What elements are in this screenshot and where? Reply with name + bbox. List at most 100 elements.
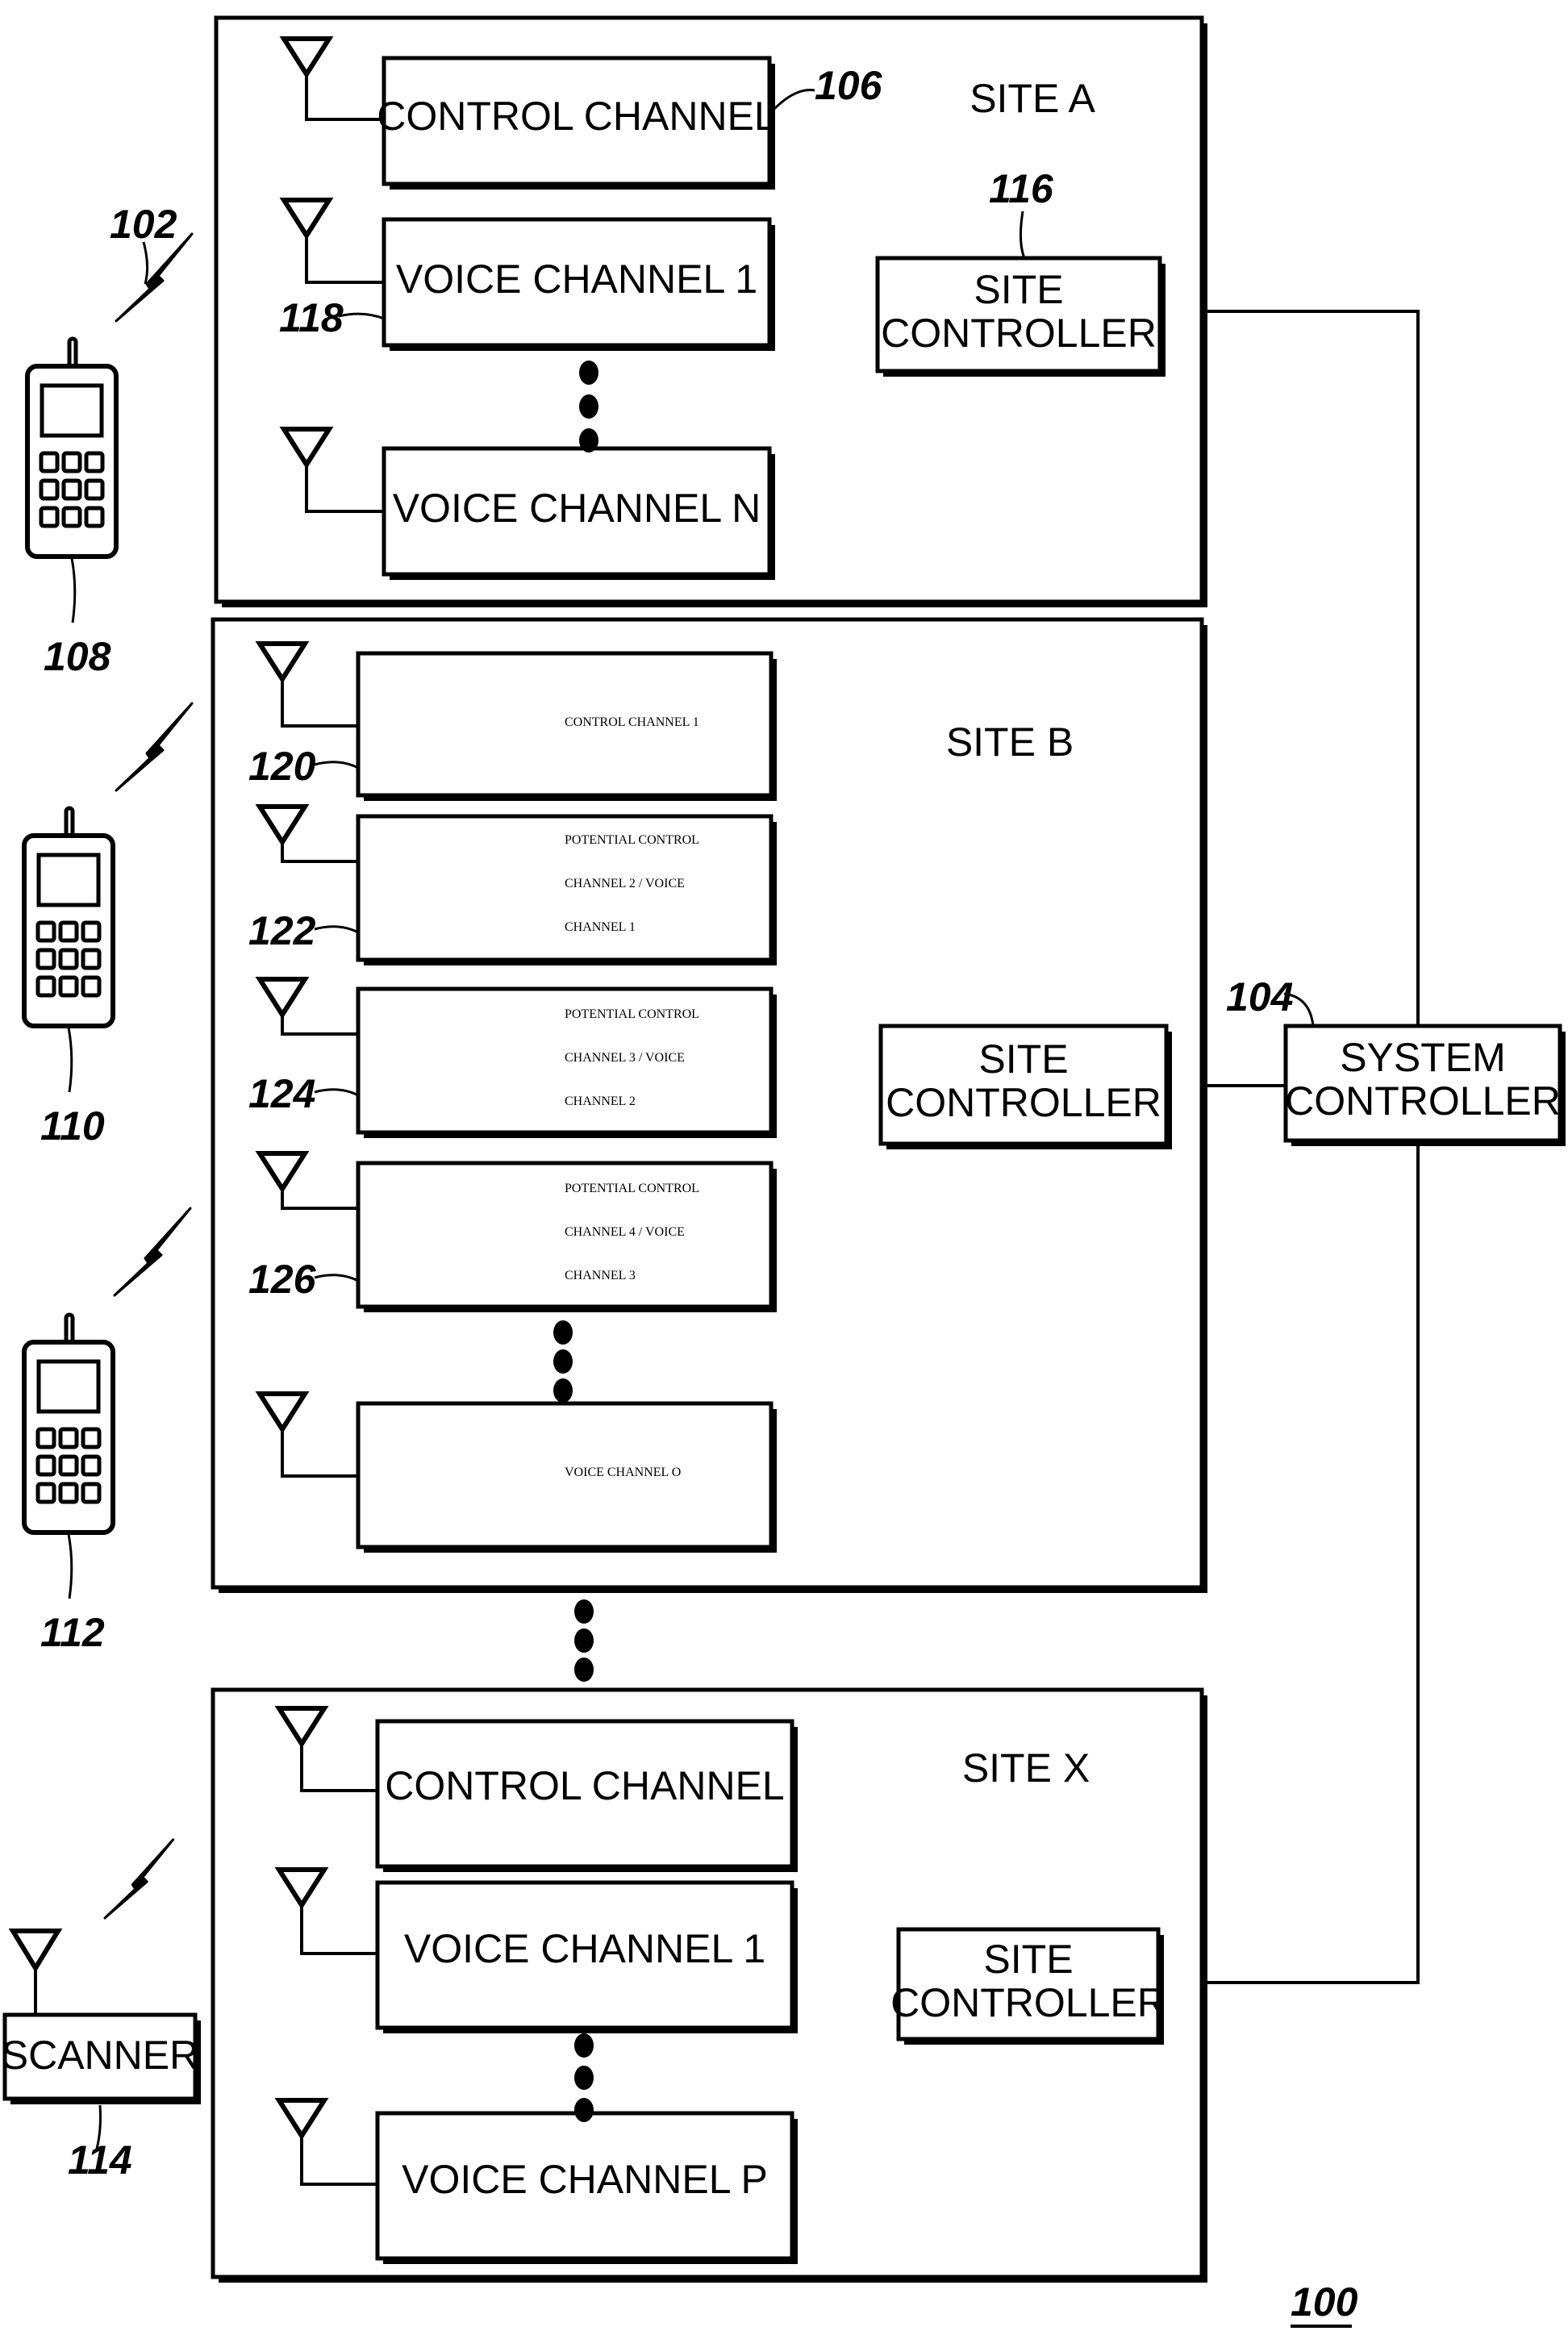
channel-label-line: POTENTIAL CONTROL bbox=[565, 1007, 699, 1021]
ref-126: 126 bbox=[248, 1257, 317, 1302]
dot bbox=[574, 2033, 594, 2058]
channel-label-line: CONTROL CHANNEL bbox=[377, 94, 776, 139]
subscriber-phone-112 bbox=[22, 1312, 115, 1535]
ref-104: 104 bbox=[1226, 974, 1293, 1020]
phone-key bbox=[81, 975, 102, 998]
controller-label-line: CONTROLLER bbox=[890, 1980, 1166, 2025]
phone-antenna bbox=[64, 806, 75, 838]
channel-label-line: VOICE CHANNEL N bbox=[393, 486, 761, 531]
subscriber-phone-110-leader bbox=[67, 1027, 73, 1093]
dot bbox=[553, 1349, 573, 1374]
dot bbox=[579, 428, 598, 452]
phone-key bbox=[35, 1482, 56, 1504]
site-b-channel-1: CONTROL CHANNEL 1 bbox=[356, 651, 777, 801]
radio-link-bolt bbox=[113, 1207, 192, 1297]
dot bbox=[574, 2066, 594, 2090]
phone-key bbox=[39, 506, 60, 528]
subscriber-phone-110-ref: 110 bbox=[40, 1103, 105, 1149]
phone-key bbox=[58, 1454, 79, 1477]
channel-label-line: POTENTIAL CONTROL bbox=[565, 833, 699, 847]
site-x-label: SITE X bbox=[962, 1745, 1090, 1791]
phone-key bbox=[35, 975, 56, 998]
site-b-controller: SITECONTROLLER bbox=[878, 1024, 1172, 1149]
controller-label-line: SITE bbox=[978, 1036, 1068, 1082]
phone-screen bbox=[40, 383, 104, 438]
site-a-channel-2: VOICE CHANNEL 1 bbox=[382, 217, 775, 351]
ref-102: 102 bbox=[110, 202, 177, 247]
subscriber-phone-112-ref: 112 bbox=[40, 1610, 105, 1655]
channel-label-line: CHANNEL 3 / VOICE bbox=[565, 1051, 685, 1065]
phone-key bbox=[35, 920, 56, 943]
phone-key bbox=[58, 1482, 79, 1504]
subscriber-phone-108-ref: 108 bbox=[44, 634, 111, 679]
dot bbox=[574, 1658, 594, 1682]
channel-label-line: CHANNEL 3 bbox=[565, 1269, 636, 1282]
scanner: SCANNER bbox=[2, 1929, 201, 2104]
leader-102 bbox=[142, 241, 149, 285]
site-x-ellipsis bbox=[574, 2033, 594, 2122]
subscriber-phone-108 bbox=[25, 336, 119, 559]
site-x-channel-1: CONTROL CHANNEL bbox=[375, 1719, 798, 1872]
radio-link-bolt bbox=[115, 702, 194, 792]
channel-label-line: VOICE CHANNEL P bbox=[402, 2157, 768, 2202]
phone-key bbox=[58, 1427, 79, 1449]
dot bbox=[574, 1628, 594, 1653]
controller-label-line: CONTROLLER bbox=[881, 311, 1157, 356]
site-x-controller: SITECONTROLLER bbox=[890, 1927, 1166, 2045]
figure-number: 100 bbox=[1291, 2279, 1358, 2325]
channel-label-line: CHANNEL 2 bbox=[565, 1095, 636, 1108]
site-b-ellipsis bbox=[553, 1320, 573, 1403]
subscriber-phone-108-leader bbox=[70, 557, 77, 623]
phone-key bbox=[61, 478, 82, 501]
scanner-box: SCANNER bbox=[2, 2012, 201, 2104]
phone-key bbox=[84, 451, 105, 473]
ref-106: 106 bbox=[815, 63, 883, 108]
channel-label-line: VOICE CHANNEL 1 bbox=[396, 256, 757, 302]
phone-key bbox=[35, 948, 56, 970]
ref-120: 120 bbox=[248, 744, 316, 789]
radio-link-bolt bbox=[103, 1838, 175, 1920]
controller-label-line: CONTROLLER bbox=[886, 1080, 1161, 1125]
ref-114: 114 bbox=[68, 2137, 132, 2183]
phone-key bbox=[84, 506, 105, 528]
phone-key bbox=[58, 948, 79, 970]
scanner-label: SCANNER bbox=[2, 2033, 198, 2078]
site-b-label: SITE B bbox=[946, 719, 1074, 765]
phone-key bbox=[58, 975, 79, 998]
channel-label-line: CONTROL CHANNEL 1 bbox=[565, 715, 699, 729]
phone-key bbox=[81, 1482, 102, 1504]
phone-antenna bbox=[64, 1312, 75, 1345]
sites-ellipsis bbox=[574, 1599, 594, 1682]
site-b-channel-4: POTENTIAL CONTROL CHANNEL 4 / VOICE CHANNE… bbox=[356, 1161, 777, 1312]
channel-label-line: VOICE CHANNEL O bbox=[565, 1466, 681, 1479]
dot bbox=[553, 1378, 573, 1403]
site-a-ellipsis bbox=[579, 361, 598, 452]
site-a-channel-1: CONTROL CHANNEL bbox=[377, 56, 777, 190]
phone-key bbox=[61, 506, 82, 528]
phone-key bbox=[58, 920, 79, 943]
dot bbox=[579, 361, 598, 385]
site-a-channel-3: VOICE CHANNEL N bbox=[382, 446, 775, 580]
phone-screen bbox=[36, 853, 101, 907]
site-a-label: SITE A bbox=[970, 76, 1095, 121]
system-controller-label-line: SYSTEM bbox=[1340, 1035, 1506, 1080]
phone-antenna bbox=[67, 336, 78, 369]
subscriber-phone-110 bbox=[22, 806, 115, 1028]
phone-key bbox=[81, 948, 102, 970]
channel-label-line: CHANNEL 1 bbox=[565, 920, 636, 934]
dot bbox=[579, 394, 598, 419]
site-b-channel-2: POTENTIAL CONTROL CHANNEL 2 / VOICE CHANNE… bbox=[356, 814, 777, 965]
ref-122: 122 bbox=[248, 908, 316, 953]
system-controller-label-line: CONTROLLER bbox=[1285, 1078, 1561, 1124]
site-b-channel-5: VOICE CHANNEL O bbox=[356, 1401, 777, 1553]
scanner-antenna-icon bbox=[8, 1929, 63, 1973]
site-a-controller: SITECONTROLLER bbox=[875, 256, 1166, 377]
trunked-radio-system-diagram: CONTROL CHANNEL VOICE CHANNEL 1 VOICE CHAN… bbox=[2, 15, 1566, 2328]
controller-label-line: SITE bbox=[983, 1937, 1073, 1982]
site-b-channel-3: POTENTIAL CONTROL CHANNEL 3 / VOICE CHANNE… bbox=[356, 986, 777, 1138]
ref-118: 118 bbox=[279, 295, 344, 340]
phone-key bbox=[39, 451, 60, 473]
system-controller: SYSTEMCONTROLLER bbox=[1283, 1024, 1566, 1146]
phone-key bbox=[35, 1427, 56, 1449]
dot bbox=[553, 1320, 573, 1345]
